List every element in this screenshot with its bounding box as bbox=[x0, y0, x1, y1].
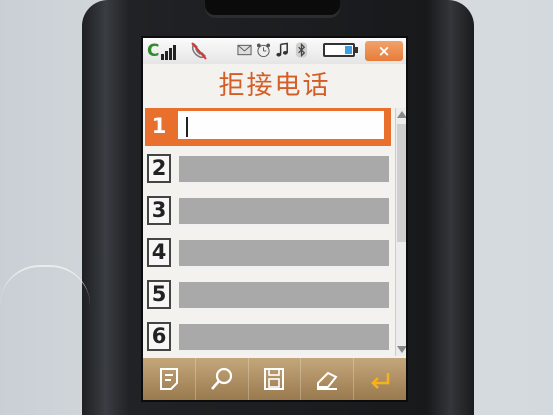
page-title: 拒接电话 bbox=[218, 71, 331, 101]
lanyard-string bbox=[0, 265, 90, 307]
battery-icon bbox=[323, 43, 358, 57]
number-field[interactable] bbox=[179, 240, 389, 269]
number-field[interactable] bbox=[179, 324, 389, 353]
number-field[interactable] bbox=[175, 108, 387, 142]
back-button[interactable] bbox=[354, 358, 406, 400]
item-number: 4 bbox=[147, 238, 171, 267]
scroll-thumb[interactable] bbox=[397, 124, 406, 242]
message-icon bbox=[237, 44, 252, 56]
close-button[interactable]: × bbox=[365, 41, 403, 61]
item-number: 1 bbox=[147, 112, 171, 141]
phone-screen: C × 拒接电话 1 2 3 4 5 6 bbox=[141, 36, 408, 402]
list-item[interactable]: 3 bbox=[145, 192, 391, 230]
item-number: 6 bbox=[147, 322, 171, 351]
bluetooth-icon bbox=[295, 42, 308, 58]
signal-bar bbox=[169, 48, 173, 60]
signal-bar bbox=[161, 54, 165, 60]
eraser-icon bbox=[317, 371, 338, 390]
scroll-up-arrow[interactable] bbox=[397, 111, 406, 118]
save-icon bbox=[264, 368, 285, 390]
music-icon bbox=[276, 42, 288, 57]
softkey-bar bbox=[143, 358, 406, 400]
search-icon bbox=[210, 367, 232, 390]
notes-button[interactable] bbox=[143, 358, 196, 400]
list-item[interactable]: 5 bbox=[145, 276, 391, 314]
number-list: 1 2 3 4 5 6 bbox=[145, 108, 393, 358]
signal-bar bbox=[173, 45, 177, 60]
text-cursor bbox=[186, 117, 188, 137]
back-icon bbox=[371, 373, 390, 389]
number-field[interactable] bbox=[179, 156, 389, 185]
erase-button[interactable] bbox=[301, 358, 355, 400]
list-item[interactable]: 2 bbox=[145, 150, 391, 188]
save-button[interactable] bbox=[249, 358, 302, 400]
item-number: 2 bbox=[147, 154, 171, 183]
scrollbar[interactable] bbox=[395, 108, 406, 356]
status-bar: C × bbox=[143, 38, 406, 64]
number-field[interactable] bbox=[179, 282, 389, 311]
status-icons bbox=[237, 42, 309, 58]
list-item[interactable]: 4 bbox=[145, 234, 391, 272]
scroll-down-arrow[interactable] bbox=[397, 346, 406, 353]
list-item[interactable]: 6 bbox=[145, 318, 391, 356]
signal-label: C bbox=[147, 41, 160, 61]
item-number: 3 bbox=[147, 196, 171, 225]
phone-speaker bbox=[205, 0, 340, 18]
item-number: 5 bbox=[147, 280, 171, 309]
signal-bar bbox=[165, 51, 169, 60]
battery-level bbox=[345, 46, 352, 54]
number-field[interactable] bbox=[179, 198, 389, 227]
notes-icon bbox=[159, 368, 178, 390]
no-call-icon bbox=[191, 42, 207, 60]
search-button[interactable] bbox=[196, 358, 249, 400]
alarm-icon bbox=[256, 43, 271, 58]
list-item[interactable]: 1 bbox=[145, 108, 391, 146]
signal-strength: C bbox=[147, 41, 177, 61]
